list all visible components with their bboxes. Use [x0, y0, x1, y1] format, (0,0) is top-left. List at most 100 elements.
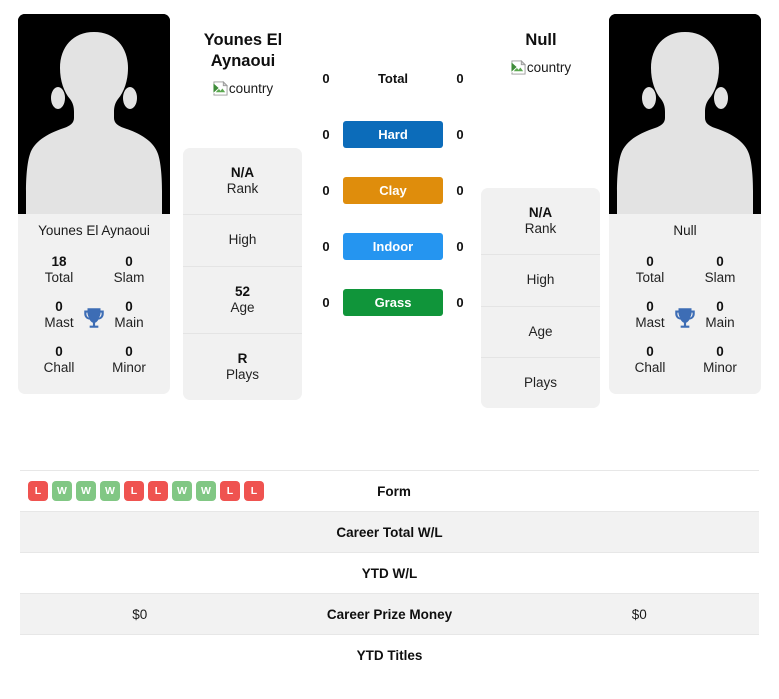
h2h-total-right: 0 [456, 70, 464, 86]
stat-slam-right: 0 Slam [685, 247, 755, 292]
stat-minor-value-right: 0 [716, 344, 724, 360]
stat-minor-label-left: Minor [112, 359, 146, 375]
info-rank-value-left: N/A [230, 165, 255, 180]
stat-total-label-right: Total [635, 269, 665, 285]
stat-main-label-left: Main [114, 314, 144, 330]
info-plays-right: Plays [481, 358, 600, 408]
table-label-ytd-wl: YTD W/L [361, 565, 418, 581]
head-to-head-surface-list: 0 Total 0 0 Hard 0 0 Clay 0 0 Indoor 0 0 [318, 64, 468, 316]
stat-mast-label-right: Mast [635, 314, 665, 330]
form-badge-l[interactable]: L [148, 481, 168, 501]
form-strip-left: LWWWLLWWLL [20, 481, 264, 501]
player-name-left-line1: Younes El [203, 31, 283, 49]
stat-mast-value-right: 0 [646, 299, 654, 315]
form-badge-w[interactable]: W [196, 481, 216, 501]
form-badge-l[interactable]: L [28, 481, 48, 501]
stat-total-value-right: 0 [646, 254, 654, 270]
info-rank-right: N/A Rank [481, 188, 600, 256]
stat-chall-left: 0 Chall [24, 337, 94, 382]
surface-badge-hard[interactable]: Hard [343, 120, 443, 148]
info-plays-left: R Plays [183, 334, 302, 400]
info-rank-label-left: Rank [226, 181, 259, 197]
info-age-right: Age [481, 307, 600, 358]
stat-main-right: 0 Main [685, 292, 755, 337]
info-high-right: High [481, 255, 600, 307]
player-photo-caption-right: Null [673, 223, 697, 238]
h2h-clay-left: 0 [322, 182, 330, 198]
info-age-value-left: 52 [234, 283, 251, 299]
info-high-left: High [183, 215, 302, 267]
h2h-hard-left: 0 [322, 126, 330, 142]
surface-row-hard: 0 Hard 0 [318, 120, 468, 148]
player-name-right: Null [525, 31, 557, 49]
form-badge-l[interactable]: L [220, 481, 240, 501]
info-age-label-right: Age [528, 323, 553, 339]
surface-row-grass: 0 Grass 0 [318, 288, 468, 316]
form-badge-l[interactable]: L [244, 481, 264, 501]
stat-total-label-left: Total [44, 269, 74, 285]
stat-mast-right: 0 Mast [615, 292, 685, 337]
form-badge-w[interactable]: W [52, 481, 72, 501]
info-plays-value-left: R [237, 350, 248, 366]
surface-badge-grass[interactable]: Grass [343, 288, 443, 316]
stat-chall-value-right: 0 [646, 344, 654, 360]
form-badge-l[interactable]: L [124, 481, 144, 501]
table-label-career-total-wl: Career Total W/L [336, 524, 443, 540]
stat-slam-value-right: 0 [716, 254, 724, 270]
comparison-header: Younes El Aynaoui 18 Total 0 Slam 0 Mast… [0, 0, 779, 470]
stat-minor-right: 0 Minor [685, 337, 755, 382]
form-badge-w[interactable]: W [76, 481, 96, 501]
stat-chall-value-left: 0 [55, 344, 63, 360]
stat-slam-value-left: 0 [125, 254, 133, 270]
info-age-left: 52 Age [183, 267, 302, 334]
h2h-indoor-left: 0 [322, 238, 330, 254]
table-row-ytd-titles: YTD Titles [20, 634, 759, 675]
table-row-career-total-wl: Career Total W/L [20, 511, 759, 552]
stat-mast-label-left: Mast [44, 314, 74, 330]
info-plays-label-right: Plays [523, 374, 557, 390]
player-info-card-left: N/A Rank High 52 Age R Plays [183, 148, 302, 401]
table-label-ytd-titles: YTD Titles [356, 647, 423, 663]
comparison-table: LWWWLLWWLL Form Career Total W/L YTD W/L… [0, 470, 779, 675]
career-prize-money-right: $0 [631, 606, 647, 622]
stat-minor-value-left: 0 [125, 344, 133, 360]
h2h-total-left: 0 [322, 70, 330, 86]
info-rank-value-right: N/A [528, 205, 553, 220]
form-badge-w[interactable]: W [172, 481, 192, 501]
h2h-grass-left: 0 [322, 294, 330, 310]
surface-badge-clay[interactable]: Clay [343, 176, 443, 204]
player-titles-grid-right: 0 Total 0 Slam 0 Mast 0 Main 0 Chall 0 M… [609, 239, 761, 394]
form-badge-w[interactable]: W [100, 481, 120, 501]
surface-label-total: Total [377, 70, 409, 86]
surface-row-total: 0 Total 0 [318, 64, 468, 92]
stat-main-value-right: 0 [716, 299, 724, 315]
table-label-career-prize-money: Career Prize Money [326, 606, 453, 622]
player-card-left[interactable]: Younes El Aynaoui 18 Total 0 Slam 0 Mast… [18, 14, 170, 395]
table-row-career-prize-money: $0 Career Prize Money $0 [20, 593, 759, 634]
player-card-right[interactable]: Null 0 Total 0 Slam 0 Mast 0 Main 0 Chal… [609, 14, 761, 395]
surface-row-clay: 0 Clay 0 [318, 176, 468, 204]
surface-row-indoor: 0 Indoor 0 [318, 232, 468, 260]
stat-minor-left: 0 Minor [94, 337, 164, 382]
stat-chall-label-left: Chall [43, 359, 75, 375]
info-high-label-right: High [526, 272, 555, 288]
table-label-form: Form [377, 483, 411, 499]
player-titles-grid-left: 18 Total 0 Slam 0 Mast 0 Main 0 Chall 0 … [18, 239, 170, 394]
surface-badge-indoor[interactable]: Indoor [343, 232, 443, 260]
info-rank-label-right: Rank [524, 221, 557, 237]
country-label-right: country [526, 60, 572, 76]
info-high-label-left: High [228, 232, 257, 248]
stat-total-left: 18 Total [24, 247, 94, 292]
h2h-indoor-right: 0 [456, 238, 464, 254]
player-photo-caption-left: Younes El Aynaoui [38, 223, 150, 238]
broken-image-icon [510, 60, 526, 75]
stat-total-right: 0 Total [615, 247, 685, 292]
player-name-block-left: Younes El Aynaoui country [178, 30, 308, 96]
info-plays-label-left: Plays [225, 367, 259, 383]
player-photo-left [18, 14, 170, 214]
player-photo-right [609, 14, 761, 214]
stat-total-value-left: 18 [51, 254, 67, 270]
player-comparison-page: Younes El Aynaoui 18 Total 0 Slam 0 Mast… [0, 0, 779, 699]
stat-slam-label-left: Slam [113, 269, 145, 285]
form-cell-left: LWWWLLWWLL [20, 481, 264, 501]
